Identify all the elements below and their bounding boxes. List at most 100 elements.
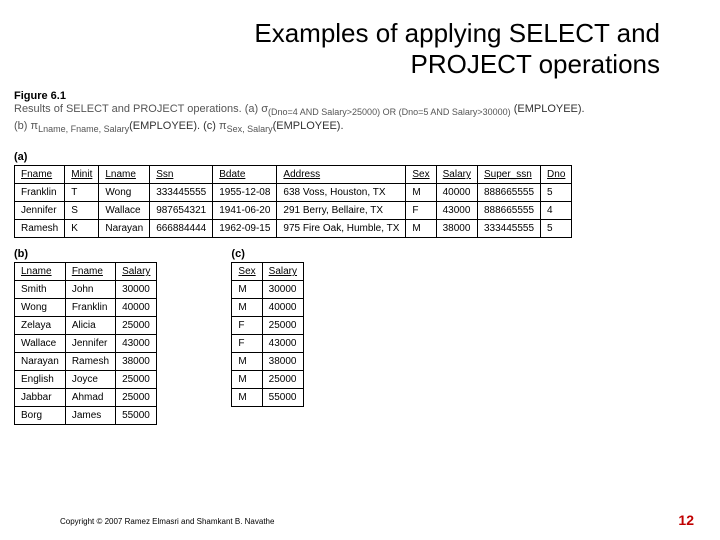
- table-cell: 43000: [116, 335, 157, 353]
- column-header: Sex: [232, 263, 262, 281]
- table-row: NarayanRamesh38000: [15, 353, 157, 371]
- table-b: LnameFnameSalarySmithJohn30000WongFrankl…: [14, 262, 157, 425]
- table-cell: Franklin: [15, 184, 65, 202]
- table-cell: 25000: [262, 317, 303, 335]
- table-cell: 987654321: [150, 202, 213, 220]
- column-header: Dno: [541, 166, 572, 184]
- pi-b-subscript: Lname, Fname, Salary: [38, 124, 129, 134]
- column-header: Address: [277, 166, 406, 184]
- table-row: FranklinTWong3334455551955-12-08638 Voss…: [15, 184, 572, 202]
- column-header: Sex: [406, 166, 436, 184]
- table-cell: Joyce: [65, 371, 115, 389]
- table-row: M25000: [232, 371, 304, 389]
- table-cell: Jennifer: [15, 202, 65, 220]
- table-cell: Jennifer: [65, 335, 115, 353]
- table-cell: English: [15, 371, 66, 389]
- table-c: SexSalaryM30000M40000F25000F43000M38000M…: [231, 262, 304, 407]
- table-cell: 333445555: [150, 184, 213, 202]
- table-cell: 1941-06-20: [213, 202, 277, 220]
- table-cell: 975 Fire Oak, Humble, TX: [277, 220, 406, 238]
- sigma-symbol: σ: [261, 103, 268, 115]
- column-header: Bdate: [213, 166, 277, 184]
- table-cell: Wallace: [99, 202, 150, 220]
- table-cell: 40000: [116, 299, 157, 317]
- table-row: M30000: [232, 281, 304, 299]
- part-b-label: (b): [14, 248, 157, 260]
- table-cell: 30000: [116, 281, 157, 299]
- sigma-subscript: (Dno=4 AND Salary>25000) OR (Dno=5 AND S…: [268, 108, 511, 118]
- table-cell: Narayan: [99, 220, 150, 238]
- table-cell: 43000: [436, 202, 477, 220]
- title-line-2: PROJECT operations: [410, 49, 660, 79]
- table-cell: 25000: [116, 389, 157, 407]
- table-cell: 4: [541, 202, 572, 220]
- table-cell: M: [406, 184, 436, 202]
- table-row: BorgJames55000: [15, 407, 157, 425]
- table-cell: 666884444: [150, 220, 213, 238]
- column-header: Fname: [15, 166, 65, 184]
- table-cell: M: [406, 220, 436, 238]
- pi-symbol-c: π: [219, 120, 227, 132]
- table-cell: 38000: [262, 353, 303, 371]
- table-cell: 25000: [116, 371, 157, 389]
- table-cell: 638 Voss, Houston, TX: [277, 184, 406, 202]
- slide-title: Examples of applying SELECT and PROJECT …: [0, 0, 720, 84]
- table-cell: Ramesh: [65, 353, 115, 371]
- table-row: SmithJohn30000: [15, 281, 157, 299]
- desc-b-prefix: (b): [14, 120, 31, 132]
- table-cell: K: [65, 220, 99, 238]
- table-cell: M: [232, 353, 262, 371]
- table-cell: 30000: [262, 281, 303, 299]
- table-cell: 1962-09-15: [213, 220, 277, 238]
- table-cell: 43000: [262, 335, 303, 353]
- column-header: Super_ssn: [477, 166, 540, 184]
- table-cell: S: [65, 202, 99, 220]
- table-row: M40000: [232, 299, 304, 317]
- table-row: JenniferSWallace9876543211941-06-20291 B…: [15, 202, 572, 220]
- table-cell: M: [232, 389, 262, 407]
- title-line-1: Examples of applying SELECT and: [254, 18, 660, 48]
- table-cell: Wong: [99, 184, 150, 202]
- table-cell: 38000: [436, 220, 477, 238]
- table-cell: 55000: [116, 407, 157, 425]
- table-cell: 25000: [116, 317, 157, 335]
- table-row: EnglishJoyce25000: [15, 371, 157, 389]
- table-cell: Alicia: [65, 317, 115, 335]
- table-row: WallaceJennifer43000: [15, 335, 157, 353]
- column-header: Salary: [116, 263, 157, 281]
- part-c-label: (c): [231, 248, 304, 260]
- employee-a: (EMPLOYEE).: [514, 103, 585, 115]
- table-row: JabbarAhmad25000: [15, 389, 157, 407]
- table-cell: 38000: [116, 353, 157, 371]
- table-cell: T: [65, 184, 99, 202]
- figure-label: Figure 6.1: [0, 84, 720, 102]
- page-number: 12: [678, 512, 694, 528]
- table-cell: 888665555: [477, 202, 540, 220]
- column-header: Fname: [65, 263, 115, 281]
- table-cell: M: [232, 281, 262, 299]
- table-row: ZelayaAlicia25000: [15, 317, 157, 335]
- table-cell: 888665555: [477, 184, 540, 202]
- table-cell: 55000: [262, 389, 303, 407]
- column-header: Ssn: [150, 166, 213, 184]
- column-header: Salary: [436, 166, 477, 184]
- pi-symbol-b: π: [31, 120, 39, 132]
- table-row: M55000: [232, 389, 304, 407]
- pi-c-subscript: Sex, Salary: [227, 124, 273, 134]
- table-cell: 291 Berry, Bellaire, TX: [277, 202, 406, 220]
- column-header: Salary: [262, 263, 303, 281]
- table-cell: M: [232, 299, 262, 317]
- table-cell: John: [65, 281, 115, 299]
- column-header: Lname: [15, 263, 66, 281]
- table-row: RameshKNarayan6668844441962-09-15975 Fir…: [15, 220, 572, 238]
- table-cell: 25000: [262, 371, 303, 389]
- table-cell: F: [232, 317, 262, 335]
- table-cell: M: [232, 371, 262, 389]
- table-cell: 5: [541, 220, 572, 238]
- part-a-label: (a): [14, 151, 720, 163]
- table-row: M38000: [232, 353, 304, 371]
- table-row: F25000: [232, 317, 304, 335]
- table-row: WongFranklin40000: [15, 299, 157, 317]
- table-cell: 40000: [436, 184, 477, 202]
- table-cell: 5: [541, 184, 572, 202]
